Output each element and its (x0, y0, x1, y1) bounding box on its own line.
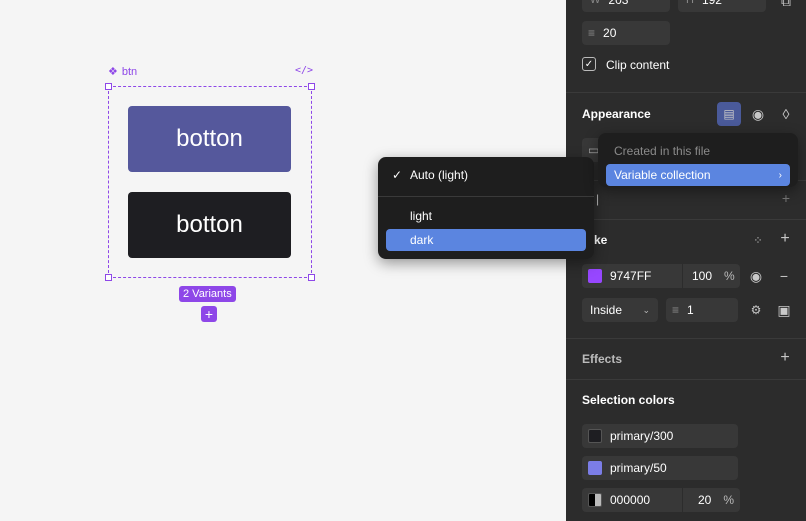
resize-handle-bl[interactable] (105, 274, 112, 281)
properties-panel: W 203 H 192 ⧉ ≡ 20 ✓ Clip content Appear… (566, 0, 806, 521)
section-divider (566, 92, 806, 93)
variable-mode-icon[interactable]: ▤ (717, 102, 741, 126)
selection-colors-title: Selection colors (582, 393, 675, 407)
resize-to-fit-icon[interactable]: ⧉ (778, 0, 794, 9)
chevron-right-icon: › (778, 169, 782, 181)
popup-header: Created in this file (614, 144, 711, 158)
add-stroke-icon[interactable]: + (777, 230, 793, 247)
menu-item-dark[interactable]: dark (386, 229, 586, 251)
popup-item-label: Variable collection (614, 168, 711, 182)
component-set-label[interactable]: ❖ btn (108, 65, 138, 79)
eye-icon[interactable]: ◉ (748, 104, 768, 124)
chevron-down-icon: ⌄ (642, 304, 650, 315)
selection-color-row[interactable]: primary/50 (582, 456, 738, 480)
effects-title: Effects (582, 352, 623, 366)
code-icon[interactable]: </> (295, 65, 313, 76)
width-label: W (590, 0, 601, 6)
gap-value: 20 (603, 26, 617, 40)
component-name: btn (121, 65, 138, 78)
clip-content-label: Clip content (606, 58, 670, 72)
width-field[interactable]: W 203 (582, 0, 670, 12)
color-opacity[interactable]: 20 (698, 493, 711, 507)
stroke-weight-value: 1 (687, 303, 694, 317)
stroke-opacity[interactable]: 100 (692, 269, 712, 283)
selection-color-row[interactable]: 000000 20 % (582, 488, 740, 512)
menu-item-label: Auto (light) (410, 168, 469, 182)
menu-item-light[interactable]: light (386, 205, 586, 227)
stroke-position-select[interactable]: Inside ⌄ (582, 298, 658, 322)
color-swatch[interactable] (588, 493, 602, 507)
add-fill-icon[interactable]: + (778, 190, 794, 206)
selection-color-row[interactable]: primary/300 (582, 424, 738, 448)
height-field[interactable]: H 192 (678, 0, 766, 12)
style-grid-icon[interactable]: ⁘ (750, 232, 766, 248)
drop-icon[interactable]: ◊ (776, 104, 796, 124)
eye-icon[interactable]: ◉ (748, 268, 764, 284)
add-variant-button[interactable]: + (201, 306, 217, 322)
add-effect-icon[interactable]: + (777, 349, 793, 366)
stroke-swatch[interactable] (588, 269, 602, 283)
variable-collection-item[interactable]: Variable collection › (606, 164, 790, 186)
stroke-settings-icon[interactable]: ⚙ (748, 302, 764, 318)
mode-dropdown-menu: ✓ Auto (light) light dark (378, 157, 594, 259)
variant-button-light[interactable]: botton (128, 106, 291, 172)
stroke-weight-field[interactable]: ≡ 1 (666, 298, 738, 322)
height-value: 192 (701, 0, 722, 7)
stroke-position-value: Inside (590, 303, 623, 317)
percent-label: % (723, 493, 735, 507)
gap-field[interactable]: ≡ 20 (582, 21, 670, 45)
component-icon: ❖ (108, 66, 118, 78)
check-icon: ✓ (392, 168, 403, 182)
menu-item-label: dark (410, 233, 434, 247)
section-divider (566, 219, 806, 220)
variants-count-badge: 2 Variants (179, 286, 236, 302)
stroke-sides-icon[interactable]: ▣ (776, 302, 792, 318)
variant-button-dark[interactable]: botton (128, 192, 291, 258)
menu-item-auto[interactable]: ✓ Auto (light) (386, 164, 586, 186)
color-swatch[interactable] (588, 461, 602, 475)
gap-icon: ≡ (588, 26, 596, 40)
resize-handle-tr[interactable] (308, 83, 315, 90)
section-divider (566, 338, 806, 339)
width-value: 203 (608, 0, 629, 7)
stroke-weight-icon: ≡ (672, 303, 680, 317)
resize-handle-br[interactable] (308, 274, 315, 281)
resize-handle-tl[interactable] (105, 83, 112, 90)
stroke-hex[interactable]: 9747FF (610, 269, 672, 283)
color-name[interactable]: 000000 (610, 493, 672, 507)
color-swatch[interactable] (588, 429, 602, 443)
color-name: primary/300 (610, 429, 674, 443)
appearance-title: Appearance (582, 107, 651, 121)
menu-item-label: light (410, 209, 433, 223)
stroke-color-field[interactable]: 9747FF 100 % (582, 264, 740, 288)
percent-label: % (724, 269, 735, 283)
color-name: primary/50 (610, 461, 667, 475)
menu-divider (378, 196, 594, 197)
variable-collection-popup: Created in this file Variable collection… (598, 133, 798, 187)
design-canvas[interactable]: ❖ btn </> botton botton 2 Variants + (0, 0, 566, 521)
remove-stroke-icon[interactable]: − (776, 268, 792, 284)
height-label: H (686, 0, 694, 6)
section-divider (566, 379, 806, 380)
clip-content-checkbox[interactable]: ✓ (582, 57, 596, 71)
